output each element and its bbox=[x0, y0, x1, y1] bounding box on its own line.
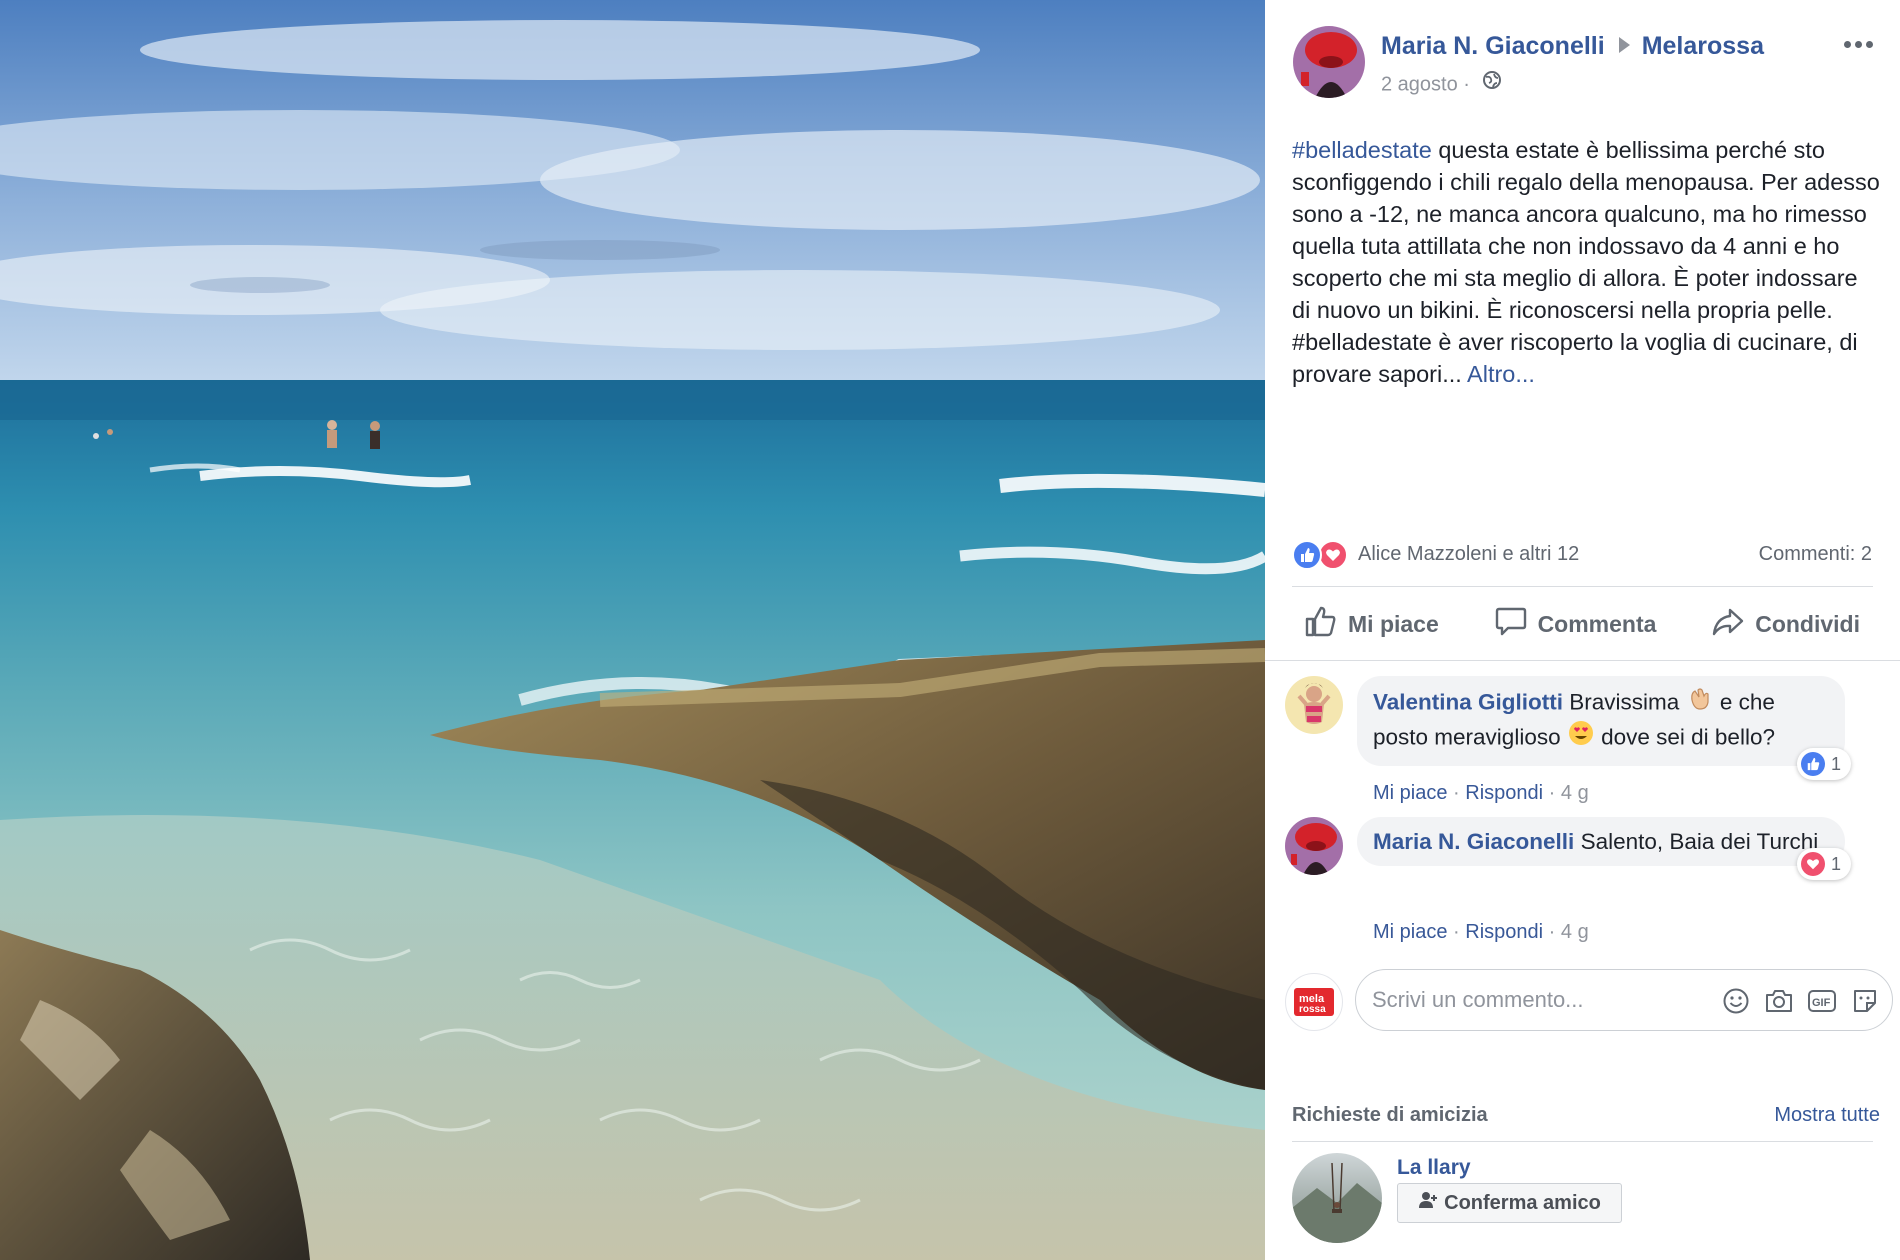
commenter-avatar[interactable] bbox=[1285, 817, 1343, 875]
post-photo[interactable] bbox=[0, 0, 1265, 1260]
comment-author-link[interactable]: Valentina Gigliotti bbox=[1373, 689, 1563, 714]
gif-icon[interactable]: GIF bbox=[1807, 986, 1837, 1016]
sticker-icon[interactable] bbox=[1850, 986, 1880, 1016]
post-sidebar: Maria N. Giaconelli Melarossa 2 agosto · … bbox=[1265, 0, 1900, 1260]
comment-text: Salento, Baia dei Turchi bbox=[1574, 829, 1819, 854]
comment-item: Maria N. Giaconelli Salento, Baia dei Tu… bbox=[1285, 817, 1885, 943]
comment-bubble: Maria N. Giaconelli Salento, Baia dei Tu… bbox=[1357, 817, 1851, 880]
page-avatar[interactable]: mela rossa bbox=[1285, 973, 1343, 1031]
more-dots-icon[interactable] bbox=[1840, 34, 1876, 54]
comment-like-link[interactable]: Mi piace bbox=[1373, 921, 1447, 943]
like-label: Mi piace bbox=[1348, 610, 1439, 637]
see-more-link[interactable]: Altro... bbox=[1467, 361, 1535, 387]
separator: · bbox=[1453, 782, 1460, 804]
comment-like-link[interactable]: Mi piace bbox=[1373, 782, 1447, 804]
comment-reaction-badge[interactable]: 1 bbox=[1796, 748, 1851, 780]
reactions-summary[interactable]: Alice Mazzoleni e altri 12 Commenti: 2 bbox=[1292, 538, 1872, 574]
author-name-link[interactable]: Maria N. Giaconelli bbox=[1381, 32, 1605, 60]
svg-text:GIF: GIF bbox=[1812, 997, 1831, 1009]
comment-text: Bravissima bbox=[1563, 689, 1686, 715]
thumbs-up-icon bbox=[1292, 540, 1322, 570]
reaction-icons bbox=[1292, 540, 1354, 570]
divider bbox=[1292, 586, 1873, 587]
comment-actions: Mi piace · Rispondi · 4 g bbox=[1373, 782, 1589, 805]
add-friend-icon bbox=[1418, 1190, 1438, 1216]
share-label: Condividi bbox=[1755, 610, 1860, 637]
confirm-friend-button[interactable]: Conferma amico bbox=[1397, 1183, 1622, 1223]
post-text-body: questa estate è bellissima perché sto sc… bbox=[1292, 137, 1880, 387]
brand-logo-text: rossa bbox=[1299, 1004, 1326, 1015]
reaction-count: 1 bbox=[1830, 853, 1841, 874]
separator: · bbox=[1548, 782, 1556, 804]
share-arrow-icon bbox=[1711, 604, 1745, 644]
thumbs-up-icon bbox=[1304, 604, 1338, 644]
comment-label: Commenta bbox=[1537, 610, 1657, 637]
thumbs-up-icon bbox=[1800, 752, 1825, 776]
comment-box[interactable]: GIF bbox=[1355, 969, 1893, 1031]
write-comment-row: mela rossa GIF bbox=[1265, 955, 1900, 1065]
commenter-avatar[interactable] bbox=[1285, 676, 1343, 734]
comment-age[interactable]: 4 g bbox=[1561, 921, 1589, 943]
show-all-link[interactable]: Mostra tutte bbox=[1774, 1104, 1880, 1127]
comment-input[interactable] bbox=[1372, 984, 1712, 1016]
post-actions: Mi piace Commenta Condividi bbox=[1292, 596, 1872, 652]
confirm-friend-label: Conferma amico bbox=[1444, 1191, 1601, 1214]
comment-button[interactable]: Commenta bbox=[1482, 604, 1669, 644]
comment-reaction-badge[interactable]: 1 bbox=[1796, 848, 1851, 880]
reaction-names[interactable]: Alice Mazzoleni e altri 12 bbox=[1358, 543, 1579, 566]
smiley-icon[interactable] bbox=[1721, 986, 1751, 1016]
speech-bubble-icon bbox=[1494, 604, 1528, 644]
post-date[interactable]: 2 agosto bbox=[1381, 73, 1458, 95]
comment-reply-link[interactable]: Rispondi bbox=[1465, 782, 1543, 804]
heart-icon bbox=[1318, 540, 1348, 570]
friend-requests-title: Richieste di amicizia bbox=[1292, 1104, 1488, 1126]
like-button[interactable]: Mi piace bbox=[1292, 604, 1451, 644]
reaction-count: 1 bbox=[1830, 753, 1841, 774]
author-avatar[interactable] bbox=[1293, 26, 1365, 98]
globe-icon[interactable] bbox=[1482, 70, 1502, 96]
post-author-line: Maria N. Giaconelli Melarossa bbox=[1381, 32, 1764, 61]
clapping-hands-icon bbox=[1686, 684, 1714, 719]
separator: · bbox=[1453, 921, 1460, 943]
comment-actions: Mi piace · Rispondi · 4 g bbox=[1373, 921, 1589, 944]
comment-age[interactable]: 4 g bbox=[1561, 782, 1589, 804]
group-name-link[interactable]: Melarossa bbox=[1642, 32, 1764, 60]
friend-requests-widget: Richieste di amicizia Mostra tutte La ll… bbox=[1265, 1068, 1900, 1260]
post-header: Maria N. Giaconelli Melarossa 2 agosto · bbox=[1293, 26, 1880, 106]
comment-item: Valentina Gigliotti Bravissima e che pos… bbox=[1285, 676, 1885, 804]
comment-text: dove sei di bello? bbox=[1594, 724, 1775, 750]
comment-bubble: Valentina Gigliotti Bravissima e che pos… bbox=[1357, 676, 1851, 780]
share-button[interactable]: Condividi bbox=[1699, 604, 1872, 644]
comment-reply-link[interactable]: Rispondi bbox=[1465, 921, 1543, 943]
beach-photo bbox=[0, 0, 1265, 1260]
hashtag-link[interactable]: #belladestate bbox=[1292, 137, 1432, 163]
friend-request-avatar[interactable] bbox=[1292, 1153, 1382, 1243]
friend-request-name[interactable]: La llary bbox=[1397, 1156, 1471, 1180]
date-separator: · bbox=[1463, 73, 1470, 96]
arrow-right-icon bbox=[1618, 37, 1630, 54]
camera-icon[interactable] bbox=[1764, 986, 1794, 1016]
divider bbox=[1265, 660, 1900, 661]
separator: · bbox=[1548, 921, 1556, 943]
divider bbox=[1292, 1141, 1873, 1142]
post-meta: 2 agosto · bbox=[1381, 70, 1502, 98]
post-text: #belladestate questa estate è bellissima… bbox=[1292, 134, 1882, 390]
comment-tools: GIF bbox=[1721, 986, 1880, 1016]
heart-eyes-emoji-icon bbox=[1567, 719, 1595, 754]
comment-author-link[interactable]: Maria N. Giaconelli bbox=[1373, 829, 1574, 854]
heart-icon bbox=[1800, 852, 1825, 876]
comments-count-link[interactable]: Commenti: 2 bbox=[1759, 543, 1872, 566]
